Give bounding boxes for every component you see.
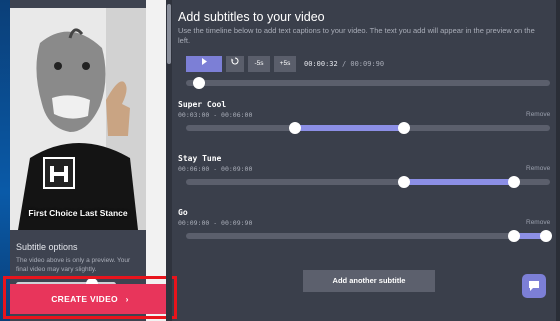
skip-forward-button[interactable]: +5s xyxy=(274,56,296,72)
rewind-icon xyxy=(231,57,239,65)
chat-button[interactable] xyxy=(522,274,546,298)
subtitle-name: Go xyxy=(178,208,188,217)
add-subtitle-button[interactable]: Add another subtitle xyxy=(303,270,435,292)
range-start-handle[interactable] xyxy=(398,176,411,188)
subtitle-options-title: Subtitle options xyxy=(16,242,78,252)
page-description: Use the timeline below to add text capti… xyxy=(178,26,535,45)
time-display: 00:00:32 / 00:09:90 xyxy=(304,60,384,68)
range-end-handle[interactable] xyxy=(398,122,411,134)
remove-subtitle-link[interactable]: Remove xyxy=(526,165,550,172)
playhead-handle[interactable] xyxy=(193,77,206,89)
play-button[interactable] xyxy=(186,56,222,72)
skip-back-button[interactable]: -5s xyxy=(248,56,270,72)
current-time: 00:00:32 xyxy=(304,60,338,68)
subtitle-time-range: 00:03:00 - 00:06:00 xyxy=(178,111,253,119)
subtitle-name: Stay Tune xyxy=(178,154,222,163)
time-separator: / xyxy=(341,60,347,68)
subtitle-time-range: 00:09:00 - 00:09:90 xyxy=(178,219,253,227)
create-video-label: CREATE VIDEO xyxy=(51,294,118,304)
subtitle-range-fill xyxy=(295,125,405,131)
scrollbar-thumb[interactable] xyxy=(167,4,171,64)
play-icon xyxy=(201,58,207,65)
window-edge xyxy=(556,0,560,321)
range-end-handle[interactable] xyxy=(540,230,553,242)
remove-subtitle-link[interactable]: Remove xyxy=(526,219,550,226)
page-title: Add subtitles to your video xyxy=(178,10,325,24)
video-preview[interactable]: First Choice Last Stance xyxy=(10,8,146,230)
preview-note: The video above is only a preview. Your … xyxy=(16,257,131,273)
chevron-right-icon: › xyxy=(125,294,129,304)
subtitle-range-fill xyxy=(404,179,514,185)
chat-icon xyxy=(529,281,539,291)
subtitle-range-track[interactable] xyxy=(186,233,550,239)
video-frame-image xyxy=(10,8,146,230)
caption-overlay: First Choice Last Stance xyxy=(28,208,128,218)
range-start-handle[interactable] xyxy=(289,122,302,134)
remove-subtitle-link[interactable]: Remove xyxy=(526,111,550,118)
subtitle-time-range: 00:06:00 - 00:09:00 xyxy=(178,165,253,173)
duration: 00:09:90 xyxy=(350,60,385,68)
playback-timeline[interactable] xyxy=(186,80,550,86)
range-start-handle[interactable] xyxy=(507,230,520,242)
create-video-button[interactable]: CREATE VIDEO › xyxy=(10,284,170,314)
range-end-handle[interactable] xyxy=(507,176,520,188)
rewind-button[interactable] xyxy=(226,56,244,72)
subtitle-name: Super Cool xyxy=(178,100,227,109)
